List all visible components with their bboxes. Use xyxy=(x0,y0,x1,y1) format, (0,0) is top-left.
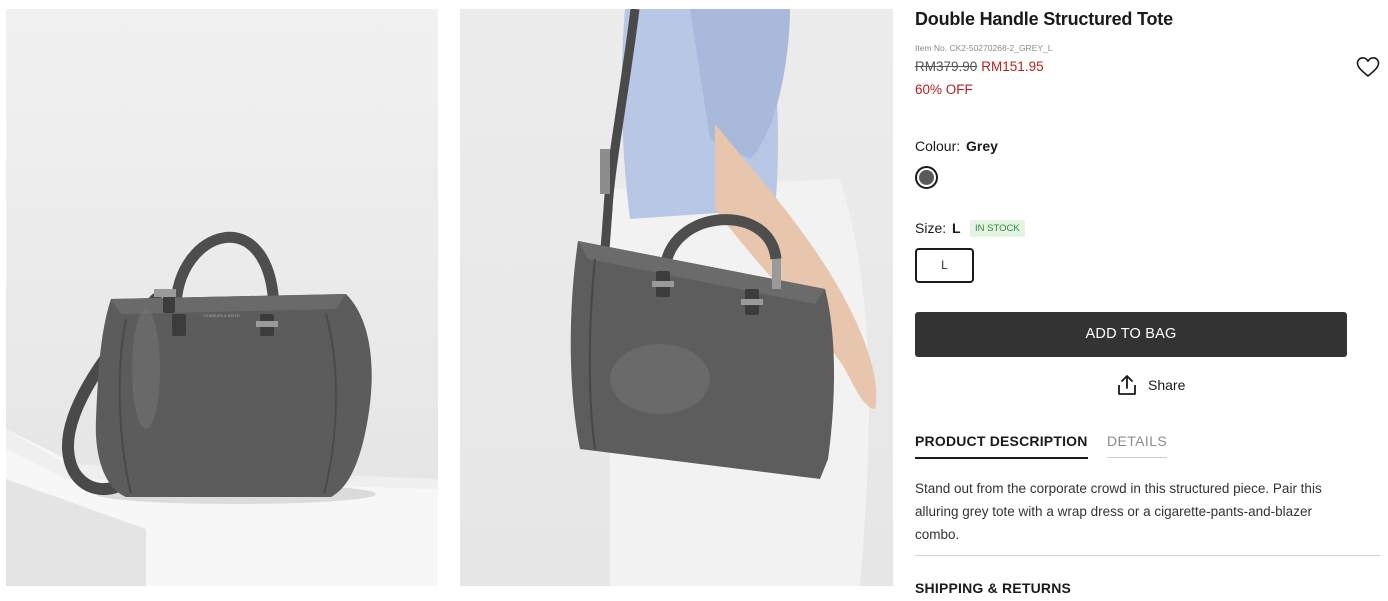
colour-swatch-grey[interactable] xyxy=(915,166,938,189)
product-image-front[interactable]: CHARLES & KEITH xyxy=(6,9,438,586)
size-label-row: Size: L xyxy=(915,220,961,236)
product-title: Double Handle Structured Tote xyxy=(915,9,1173,29)
wishlist-button[interactable] xyxy=(1355,55,1381,79)
section-divider xyxy=(915,555,1380,556)
size-value: L xyxy=(952,220,961,236)
sale-price: RM151.95 xyxy=(981,59,1044,74)
colour-value: Grey xyxy=(966,138,998,154)
product-info-panel: Double Handle Structured Tote Item No. C… xyxy=(915,0,1380,601)
add-to-bag-button[interactable]: ADD TO BAG xyxy=(915,312,1347,357)
shipping-returns-toggle[interactable]: SHIPPING & RETURNS xyxy=(915,580,1071,596)
tab-product-description[interactable]: PRODUCT DESCRIPTION xyxy=(915,433,1088,459)
share-upload-icon xyxy=(1118,375,1136,395)
size-label: Size: xyxy=(915,220,947,236)
bag-model-illustration xyxy=(570,9,877,586)
size-option-l[interactable]: L xyxy=(915,248,974,283)
price-row: RM379.90 RM151.95 xyxy=(915,59,1044,74)
discount-label: 60% OFF xyxy=(915,82,973,97)
swatch-fill xyxy=(919,170,934,185)
share-label: Share xyxy=(1148,377,1186,393)
colour-label-row: Colour: Grey xyxy=(915,138,998,154)
original-price: RM379.90 xyxy=(915,59,978,74)
stock-badge: IN STOCK xyxy=(970,220,1025,237)
share-button[interactable]: Share xyxy=(1115,373,1185,397)
colour-label: Colour: xyxy=(915,138,961,154)
product-image-model[interactable] xyxy=(460,9,893,586)
heart-icon xyxy=(1356,57,1380,77)
bag-front-illustration: CHARLES & KEITH xyxy=(6,231,438,586)
svg-text:CHARLES & KEITH: CHARLES & KEITH xyxy=(204,313,240,318)
tab-details[interactable]: DETAILS xyxy=(1107,433,1168,458)
product-description-text: Stand out from the corporate crowd in th… xyxy=(915,481,1322,542)
item-number: Item No. CK2-50270268-2_GREY_L xyxy=(915,43,1053,53)
